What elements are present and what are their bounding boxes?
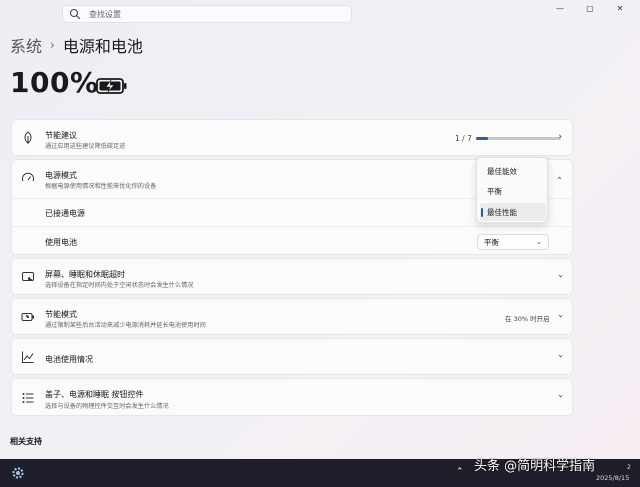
recommendations-progress-bar	[476, 137, 561, 140]
energy-recommendations-subtitle: 通过应用这些建议降低碳足迹	[45, 143, 126, 150]
battery-charging-icon	[96, 78, 127, 94]
screen-sleep-title: 屏幕、睡眠和休眠超时	[45, 270, 125, 279]
close-button[interactable]: ✕	[614, 4, 626, 13]
energy-saver-status: 在 30% 时开启	[505, 315, 550, 323]
plugged-in-label: 已接通电源	[45, 209, 85, 218]
breadcrumb-system-link[interactable]: 系统	[10, 33, 42, 57]
energy-saver-subtitle: 通过限制某些后台活动来减少电源消耗并延长电池使用时间	[45, 322, 206, 329]
lid-power-buttons-title: 盖子、电源和睡眠 按钮控件	[45, 390, 144, 399]
title-bar: — ▢ ✕	[0, 0, 640, 28]
on-battery-mode-dropdown[interactable]: 平衡 ⌄	[477, 234, 549, 250]
chevron-down-icon: ⌄	[536, 238, 542, 246]
list-settings-icon	[22, 393, 34, 403]
battery-usage-title: 电池使用情况	[45, 355, 93, 364]
power-mode-option[interactable]: 最佳能效	[480, 162, 546, 180]
power-mode-gauge-icon	[22, 172, 34, 182]
breadcrumb-separator: ›	[50, 38, 55, 52]
window-controls: — ▢ ✕	[554, 4, 626, 13]
recommendations-progress-fill	[476, 137, 489, 140]
energy-recommendations-card[interactable]: 节能建议 通过应用这些建议降低碳足迹 1 / 7 ›	[11, 119, 573, 156]
chevron-right-icon: ›	[558, 132, 562, 142]
maximize-button[interactable]: ▢	[584, 4, 596, 13]
screen-sleep-timeouts-card[interactable]: 屏幕、睡眠和休眠超时 选择设备在指定时间内处于空闲状态时会发生什么情况 ›	[11, 258, 573, 295]
lid-power-buttons-subtitle: 选择与设备的物理控件交互时会发生什么情况	[45, 403, 169, 410]
recommendations-progress-text: 1 / 7	[455, 134, 472, 143]
page-title: 电源和电池	[62, 37, 143, 56]
power-mode-option-label: 最佳性能	[487, 207, 517, 217]
taskbar-number: 2	[627, 464, 631, 471]
energy-recommendations-title: 节能建议	[45, 131, 77, 140]
line-chart-icon	[22, 351, 34, 363]
search-icon	[69, 8, 81, 20]
screen-sleep-subtitle: 选择设备在指定时间内处于空闲状态时会发生什么情况	[45, 282, 194, 289]
power-mode-option-label: 最佳能效	[487, 166, 517, 176]
search-box[interactable]	[62, 5, 352, 23]
power-mode-dropdown-menu: 最佳能效 平衡 最佳性能	[476, 157, 548, 223]
minimize-button[interactable]: —	[554, 4, 566, 13]
power-mode-option-label: 平衡	[487, 186, 502, 196]
battery-percentage: 100%	[10, 66, 99, 99]
search-input[interactable]	[89, 9, 329, 19]
power-mode-title: 电源模式	[45, 171, 77, 180]
lid-power-buttons-card[interactable]: 盖子、电源和睡眠 按钮控件 选择与设备的物理控件交互时会发生什么情况 ›	[11, 378, 573, 416]
taskbar-date: 2025/8/15	[596, 474, 630, 482]
energy-saver-title: 节能模式	[45, 310, 77, 319]
screen-sleep-icon	[22, 272, 34, 281]
on-battery-label: 使用电池	[45, 238, 77, 247]
energy-saver-card[interactable]: 节能模式 通过限制某些后台活动来减少电源消耗并延长电池使用时间 在 30% 时开…	[11, 298, 573, 335]
power-mode-subtitle: 根据电源使用情况和性能来优化你的设备	[45, 183, 157, 190]
on-battery-mode-value: 平衡	[484, 237, 499, 247]
settings-gear-icon[interactable]	[11, 466, 25, 480]
chevron-down-icon: ›	[555, 274, 566, 278]
chevron-down-icon: ›	[555, 354, 566, 358]
chevron-up-icon[interactable]: ›	[555, 176, 565, 180]
divider	[12, 226, 572, 227]
chevron-down-icon: ›	[555, 314, 566, 318]
energy-saver-battery-icon	[21, 313, 34, 321]
power-mode-option-selected[interactable]: 最佳性能	[480, 203, 546, 221]
power-mode-option[interactable]: 平衡	[480, 182, 546, 200]
battery-usage-card[interactable]: 电池使用情况 ›	[11, 338, 573, 375]
related-support-heading: 相关支持	[10, 437, 42, 446]
selection-indicator	[481, 208, 483, 217]
breadcrumb: 系统 › 电源和电池	[10, 33, 143, 57]
chevron-up-icon[interactable]: ⌃	[456, 467, 464, 477]
watermark-text: 头条 @简明科学指南	[474, 459, 596, 474]
chevron-down-icon: ›	[555, 394, 566, 398]
leaf-icon	[24, 131, 32, 144]
system-tray: ⌃	[456, 467, 464, 477]
